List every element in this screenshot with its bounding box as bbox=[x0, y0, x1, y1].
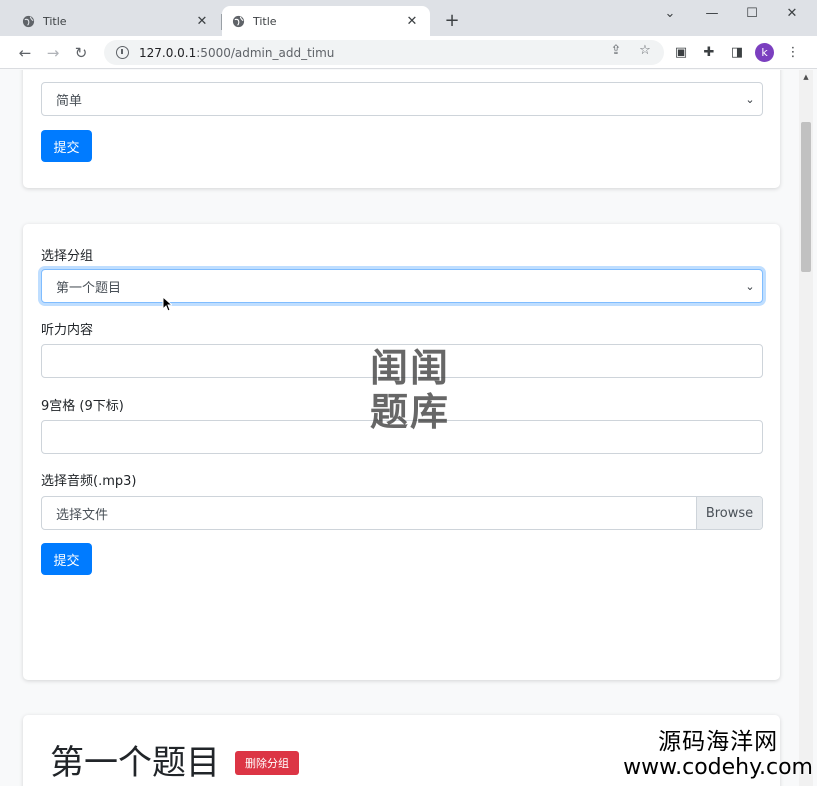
chevron-down-icon[interactable]: ⌄ bbox=[650, 2, 690, 24]
submit-button-2[interactable]: 提交 bbox=[41, 543, 92, 575]
site-watermark-cn: 源码海洋网 bbox=[658, 729, 779, 755]
scroll-thumb[interactable] bbox=[801, 122, 811, 272]
tab-1[interactable]: Title ✕ bbox=[12, 6, 220, 36]
more-menu-icon[interactable]: ⋮ bbox=[784, 43, 802, 61]
url-host: 127.0.0.1 bbox=[139, 45, 197, 60]
star-icon[interactable]: ☆ bbox=[636, 41, 654, 59]
browse-button[interactable]: Browse bbox=[696, 497, 762, 529]
tab-2[interactable]: Title ✕ bbox=[222, 6, 430, 36]
difficulty-select[interactable]: 简单 ⌄ bbox=[41, 82, 763, 116]
close-icon[interactable]: ✕ bbox=[404, 13, 420, 29]
listening-label: 听力内容 bbox=[41, 323, 94, 338]
site-watermark: 源码海洋网 www.codehy.com bbox=[623, 729, 813, 780]
group-select[interactable]: 第一个题目 ⌄ bbox=[41, 269, 763, 303]
grid-label: 9宫格 (9下标) bbox=[41, 399, 124, 414]
audio-file-input[interactable]: 选择文件 Browse bbox=[41, 496, 763, 530]
submit-button-1[interactable]: 提交 bbox=[41, 130, 92, 162]
difficulty-select-value: 简单 bbox=[56, 93, 83, 109]
globe-icon bbox=[232, 15, 245, 27]
new-tab-icon[interactable]: + bbox=[442, 10, 462, 31]
page-scrollbar[interactable]: ▲ bbox=[799, 70, 813, 786]
difficulty-card: 简单 ⌄ 提交 bbox=[23, 70, 780, 188]
chevron-down-icon: ⌄ bbox=[745, 92, 755, 106]
extension-app-icon[interactable]: ▣ bbox=[672, 43, 690, 61]
puzzle-icon[interactable]: ✚ bbox=[700, 43, 718, 61]
delete-group-button[interactable]: 删除分组 bbox=[235, 751, 299, 775]
url-path: :5000/admin_add_timu bbox=[196, 45, 335, 60]
globe-icon bbox=[22, 15, 35, 27]
group-label: 选择分组 bbox=[41, 249, 94, 264]
info-icon[interactable] bbox=[116, 46, 129, 59]
side-panel-icon[interactable]: ◨ bbox=[728, 43, 746, 61]
watermark-line-2: 题库 bbox=[369, 390, 450, 434]
close-window-icon[interactable]: ✕ bbox=[772, 2, 812, 24]
site-watermark-url: www.codehy.com bbox=[623, 755, 813, 780]
avatar[interactable]: k bbox=[755, 43, 774, 62]
back-icon[interactable]: ← bbox=[14, 42, 36, 64]
group-select-value: 第一个题目 bbox=[56, 280, 122, 296]
audio-label: 选择音频(.mp3) bbox=[41, 474, 137, 489]
file-placeholder: 选择文件 bbox=[56, 507, 109, 523]
group-title: 第一个题目 bbox=[50, 743, 220, 783]
tab-title: Title bbox=[253, 14, 277, 28]
chevron-down-icon: ⌄ bbox=[745, 279, 755, 293]
watermark-line-1: 闺闺 bbox=[369, 346, 450, 390]
question-form-card: 选择分组 第一个题目 ⌄ 听力内容 9宫格 (9下标) 选择音频(.mp3) 选… bbox=[23, 224, 780, 680]
page-viewport: 简单 ⌄ 提交 选择分组 第一个题目 ⌄ 听力内容 9宫格 (9下标) 选择音频… bbox=[0, 70, 817, 786]
overlay-watermark: 闺闺 题库 bbox=[360, 346, 460, 438]
reload-icon[interactable]: ↻ bbox=[70, 42, 92, 64]
close-icon[interactable]: ✕ bbox=[194, 13, 210, 29]
mouse-cursor-icon bbox=[162, 296, 172, 312]
maximize-icon[interactable]: ☐ bbox=[732, 2, 772, 24]
forward-icon[interactable]: → bbox=[42, 42, 64, 64]
share-icon[interactable]: ⇪ bbox=[607, 41, 625, 59]
address-bar[interactable]: 127.0.0.1:5000/admin_add_timu bbox=[104, 40, 664, 65]
scroll-up-icon[interactable]: ▲ bbox=[799, 70, 813, 84]
tab-title: Title bbox=[43, 14, 67, 28]
browser-toolbar: ← → ↻ 127.0.0.1:5000/admin_add_timu ⇪ ☆ … bbox=[0, 36, 817, 69]
browser-window: Title ✕ Title ✕ + ⌄ — ☐ ✕ ← → ↻ 127.0.0.… bbox=[0, 0, 817, 786]
minimize-icon[interactable]: — bbox=[692, 2, 732, 24]
tab-strip: Title ✕ Title ✕ + ⌄ — ☐ ✕ bbox=[0, 0, 817, 36]
